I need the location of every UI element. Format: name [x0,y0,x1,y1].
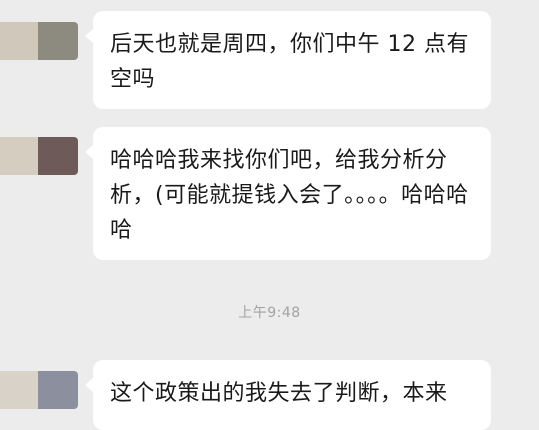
avatar[interactable] [0,22,78,60]
avatar[interactable] [0,371,78,409]
message-row: 这个政策出的我失去了判断，本来 [0,355,539,430]
message-row: 后天也就是周四，你们中午 12 点有空吗 [0,0,539,110]
chat-view: 后天也就是周四，你们中午 12 点有空吗 哈哈哈我来找你们吧，给我分析分析，(可… [0,0,539,430]
message-bubble[interactable]: 后天也就是周四，你们中午 12 点有空吗 [85,11,491,109]
message-text: 后天也就是周四，你们中午 12 点有空吗 [110,32,469,92]
message-text: 这个政策出的我失去了判断，本来 [110,381,448,406]
message-text: 哈哈哈我来找你们吧，给我分析分析，(可能就提钱入会了。。。。哈哈哈哈 [110,148,469,243]
message-row: 哈哈哈我来找你们吧，给我分析分析，(可能就提钱入会了。。。。哈哈哈哈 [0,120,539,260]
timestamp: 上午9:48 [238,305,301,321]
message-bubble[interactable]: 这个政策出的我失去了判断，本来 [85,360,491,430]
avatar[interactable] [0,137,78,175]
message-bubble[interactable]: 哈哈哈我来找你们吧，给我分析分析，(可能就提钱入会了。。。。哈哈哈哈 [85,127,491,260]
